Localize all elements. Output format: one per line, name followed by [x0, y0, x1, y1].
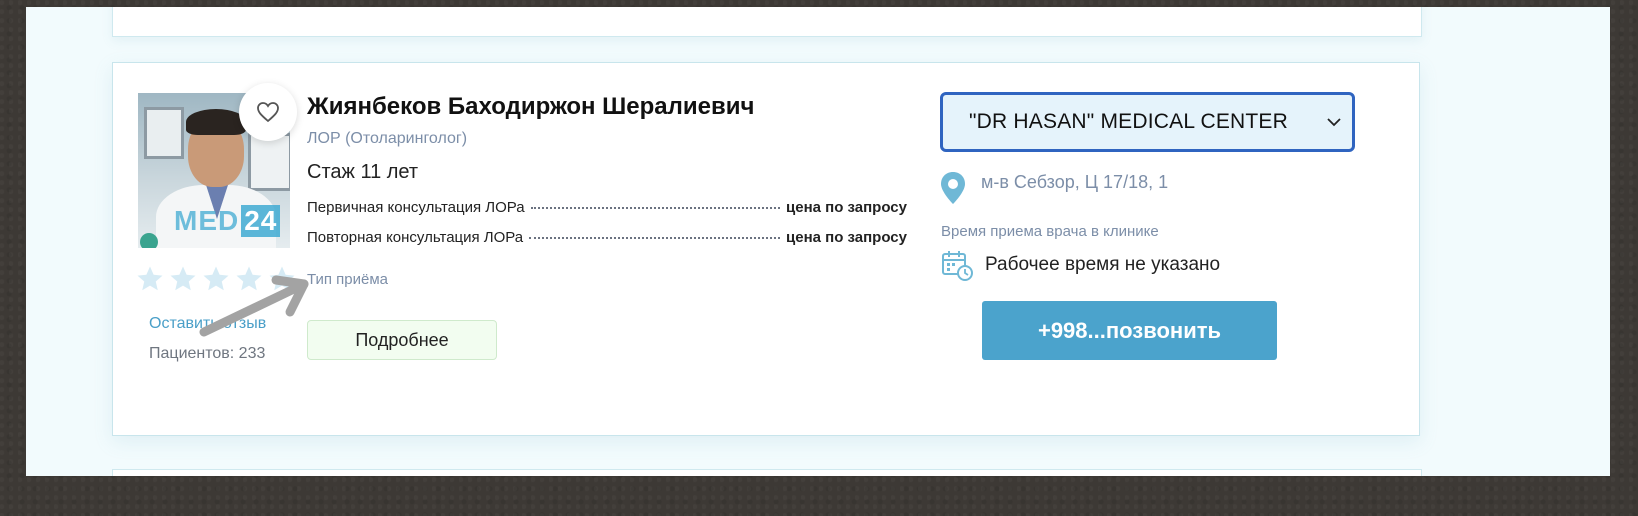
star-icon[interactable] — [201, 264, 231, 294]
rating-stars[interactable] — [135, 264, 297, 294]
hours-row: Рабочее время не указано — [941, 249, 1220, 281]
star-icon[interactable] — [168, 264, 198, 294]
hours-title: Время приема врача в клинике — [941, 223, 1159, 240]
map-pin-icon — [941, 172, 965, 204]
favorite-button[interactable] — [239, 83, 297, 141]
service-price: цена по запросу — [786, 199, 907, 216]
doctor-card: MED 24 Оставить отзыв Пациентов: 233 Жиян… — [112, 62, 1420, 436]
service-price: цена по запросу — [786, 229, 907, 246]
chevron-down-icon — [1327, 118, 1341, 127]
doctor-name[interactable]: Жиянбеков Баходиржон Шералиевич — [307, 93, 754, 121]
calendar-clock-icon — [942, 251, 973, 281]
price-row: Повторная консультация ЛОРа цена по запр… — [307, 229, 907, 259]
previous-doctor-card — [112, 7, 1422, 37]
next-doctor-card — [112, 469, 1422, 476]
photo-watermark: MED 24 — [174, 205, 281, 237]
price-row: Первичная консультация ЛОРа цена по запр… — [307, 199, 907, 229]
star-icon[interactable] — [267, 264, 297, 294]
heart-outline-icon — [257, 102, 279, 123]
doctor-specialty: ЛОР (Отоларинголог) — [307, 130, 468, 147]
doctor-experience: Стаж 11 лет — [307, 161, 419, 183]
details-button[interactable]: Подробнее — [307, 320, 497, 360]
page: MED 24 Оставить отзыв Пациентов: 233 Жиян… — [26, 7, 1610, 476]
service-name: Первичная консультация ЛОРа — [307, 199, 525, 216]
visit-type-label: Тип приёма — [307, 271, 389, 288]
clinic-select-value: "DR HASAN" MEDICAL CENTER — [969, 110, 1289, 133]
clinic-select[interactable]: "DR HASAN" MEDICAL CENTER — [940, 92, 1355, 152]
star-icon[interactable] — [135, 264, 165, 294]
price-list: Первичная консультация ЛОРа цена по запр… — [307, 199, 907, 259]
star-icon[interactable] — [234, 264, 264, 294]
call-button[interactable]: +998...позвонить — [982, 301, 1277, 360]
patients-count: Пациентов: 233 — [149, 345, 266, 362]
clinic-address: м-в Себзор, Ц 17/18, 1 — [939, 171, 1168, 205]
service-name: Повторная консультация ЛОРа — [307, 229, 524, 246]
online-status-dot — [140, 233, 158, 248]
leave-review-link[interactable]: Оставить отзыв — [149, 315, 266, 333]
hours-value: Рабочее время не указано — [985, 254, 1221, 275]
clinic-address-text: м-в Себзор, Ц 17/18, 1 — [981, 172, 1169, 192]
